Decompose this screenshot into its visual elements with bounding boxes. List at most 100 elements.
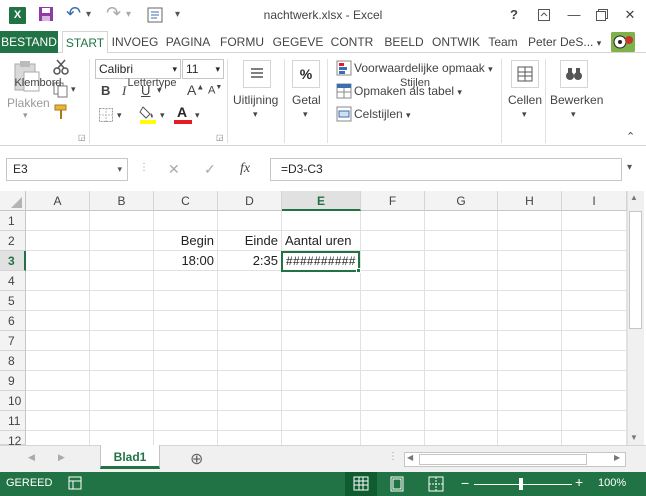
paste-dropdown-icon[interactable]: ▾ — [23, 110, 28, 121]
name-box[interactable]: E3 ▾ — [6, 158, 128, 181]
fill-color-icon[interactable] — [139, 104, 157, 127]
formula-input[interactable]: =D3-C3 — [270, 158, 622, 181]
tab-formulas[interactable]: FORMU — [217, 31, 267, 53]
page-layout-view-icon[interactable] — [389, 476, 405, 495]
column-header-b[interactable]: B — [90, 191, 154, 211]
borders-icon[interactable] — [98, 107, 114, 126]
row-header-3[interactable]: 3 — [0, 251, 26, 271]
cells-icon[interactable] — [511, 60, 539, 88]
number-dropdown-icon[interactable]: ▾ — [303, 109, 308, 120]
format-painter-icon[interactable] — [53, 104, 69, 123]
tab-page-layout[interactable]: PAGINA — [162, 31, 214, 53]
insert-function-icon[interactable]: fx — [240, 161, 250, 177]
tab-team[interactable]: Team — [485, 31, 521, 53]
cut-icon[interactable] — [53, 59, 69, 78]
zoom-slider[interactable] — [474, 484, 572, 485]
font-color-button[interactable]: A — [174, 104, 192, 124]
minimize-button[interactable]: — — [562, 5, 586, 25]
binoculars-icon[interactable] — [560, 60, 588, 88]
cell-e2[interactable]: Aantal uren — [282, 231, 382, 251]
page-break-view-icon[interactable] — [428, 476, 444, 495]
macro-record-icon[interactable] — [68, 476, 82, 493]
column-header-h[interactable]: H — [498, 191, 562, 211]
cell-c3[interactable]: 18:00 — [154, 251, 217, 271]
prev-sheet-icon[interactable]: ◀ — [28, 452, 35, 463]
normal-view-button[interactable] — [345, 472, 377, 496]
cancel-icon[interactable]: ✕ — [168, 161, 180, 178]
font-color-dropdown-icon[interactable]: ▾ — [195, 110, 200, 121]
tab-view[interactable]: BEELD — [381, 31, 427, 53]
cell-d3[interactable]: 2:35 — [218, 251, 281, 271]
user-account[interactable]: Peter DeS... ▾ — [528, 31, 608, 53]
row-header-5[interactable]: 5 — [0, 291, 26, 311]
row-header-8[interactable]: 8 — [0, 351, 26, 371]
editing-dropdown-icon[interactable]: ▾ — [571, 109, 576, 120]
row-header-12[interactable]: 12 — [0, 431, 26, 448]
tab-data[interactable]: GEGEVE — [272, 31, 324, 53]
alignment-button[interactable]: Uitlijning — [233, 93, 278, 107]
ribbon-display-options-button[interactable] — [532, 5, 556, 25]
scroll-left-icon[interactable]: ◀ — [407, 453, 413, 462]
zoom-in-button[interactable]: + — [575, 475, 583, 489]
column-header-g[interactable]: G — [425, 191, 498, 211]
cell-styles-button[interactable]: Celstijlen ▾ — [354, 107, 411, 121]
percent-icon[interactable]: % — [292, 60, 320, 88]
conditional-formatting-button[interactable]: Voorwaardelijke opmaak ▾ — [354, 61, 493, 75]
number-button[interactable]: Getal — [292, 93, 321, 107]
zoom-level[interactable]: 100% — [598, 477, 626, 489]
row-header-7[interactable]: 7 — [0, 331, 26, 351]
restore-button[interactable] — [590, 5, 614, 25]
sheet-tab-blad1[interactable]: Blad1 — [100, 445, 160, 469]
column-header-c[interactable]: C — [154, 191, 218, 211]
fill-color-dropdown-icon[interactable]: ▾ — [160, 110, 165, 121]
column-header-f[interactable]: F — [361, 191, 425, 211]
column-header-d[interactable]: D — [218, 191, 282, 211]
new-sheet-icon[interactable]: ⊕ — [190, 449, 203, 469]
fill-handle[interactable] — [356, 268, 361, 273]
row-header-11[interactable]: 11 — [0, 411, 26, 431]
tab-file[interactable]: BESTAND — [0, 31, 58, 53]
row-header-2[interactable]: 2 — [0, 231, 26, 251]
font-name-dropdown[interactable]: Calibri ▾ — [95, 59, 181, 79]
editing-button[interactable]: Bewerken — [550, 93, 603, 107]
scroll-down-icon[interactable]: ▼ — [630, 433, 638, 442]
vertical-scroll-thumb[interactable] — [629, 211, 642, 329]
alignment-dropdown-icon[interactable]: ▾ — [253, 109, 258, 120]
row-header-10[interactable]: 10 — [0, 391, 26, 411]
row-header-6[interactable]: 6 — [0, 311, 26, 331]
borders-dropdown-icon[interactable]: ▾ — [117, 110, 122, 121]
alignment-icon[interactable] — [243, 60, 271, 88]
avatar[interactable] — [611, 32, 635, 52]
font-size-dropdown[interactable]: 11 ▾ — [182, 59, 224, 79]
zoom-slider-thumb[interactable] — [519, 478, 523, 490]
row-header-4[interactable]: 4 — [0, 271, 26, 291]
scroll-up-icon[interactable]: ▲ — [630, 193, 638, 202]
tab-split-icon[interactable]: ⋮ — [388, 451, 398, 462]
paste-button[interactable]: Plakken — [7, 96, 50, 110]
font-launcher-icon[interactable]: ◲ — [216, 133, 224, 142]
next-sheet-icon[interactable]: ▶ — [58, 452, 65, 463]
cell-e3-selected[interactable]: ########## — [281, 251, 360, 272]
expand-formula-bar-icon[interactable]: ▾ — [627, 162, 632, 173]
enter-icon[interactable]: ✓ — [204, 161, 216, 178]
cells-button[interactable]: Cellen — [508, 93, 542, 107]
row-header-1[interactable]: 1 — [0, 211, 26, 231]
cell-c2[interactable]: Begin — [154, 231, 217, 251]
help-button[interactable]: ? — [502, 5, 526, 25]
column-header-a[interactable]: A — [26, 191, 90, 211]
cell-d2[interactable]: Einde — [218, 231, 281, 251]
collapse-ribbon-icon[interactable]: ⌃ — [626, 130, 635, 143]
select-all-button[interactable] — [0, 191, 26, 211]
row-header-9[interactable]: 9 — [0, 371, 26, 391]
scroll-right-icon[interactable]: ▶ — [614, 453, 620, 462]
clipboard-launcher-icon[interactable]: ◲ — [78, 133, 86, 142]
close-button[interactable]: ✕ — [618, 5, 642, 25]
tab-developer[interactable]: ONTWIK — [430, 31, 482, 53]
tab-home[interactable]: START — [62, 31, 108, 54]
column-header-i[interactable]: I — [562, 191, 627, 211]
horizontal-scroll-thumb[interactable] — [419, 454, 587, 465]
tab-insert[interactable]: INVOEG — [110, 31, 160, 53]
cells-dropdown-icon[interactable]: ▾ — [522, 109, 527, 120]
zoom-out-button[interactable]: − — [461, 476, 469, 490]
tab-review[interactable]: CONTR — [328, 31, 376, 53]
